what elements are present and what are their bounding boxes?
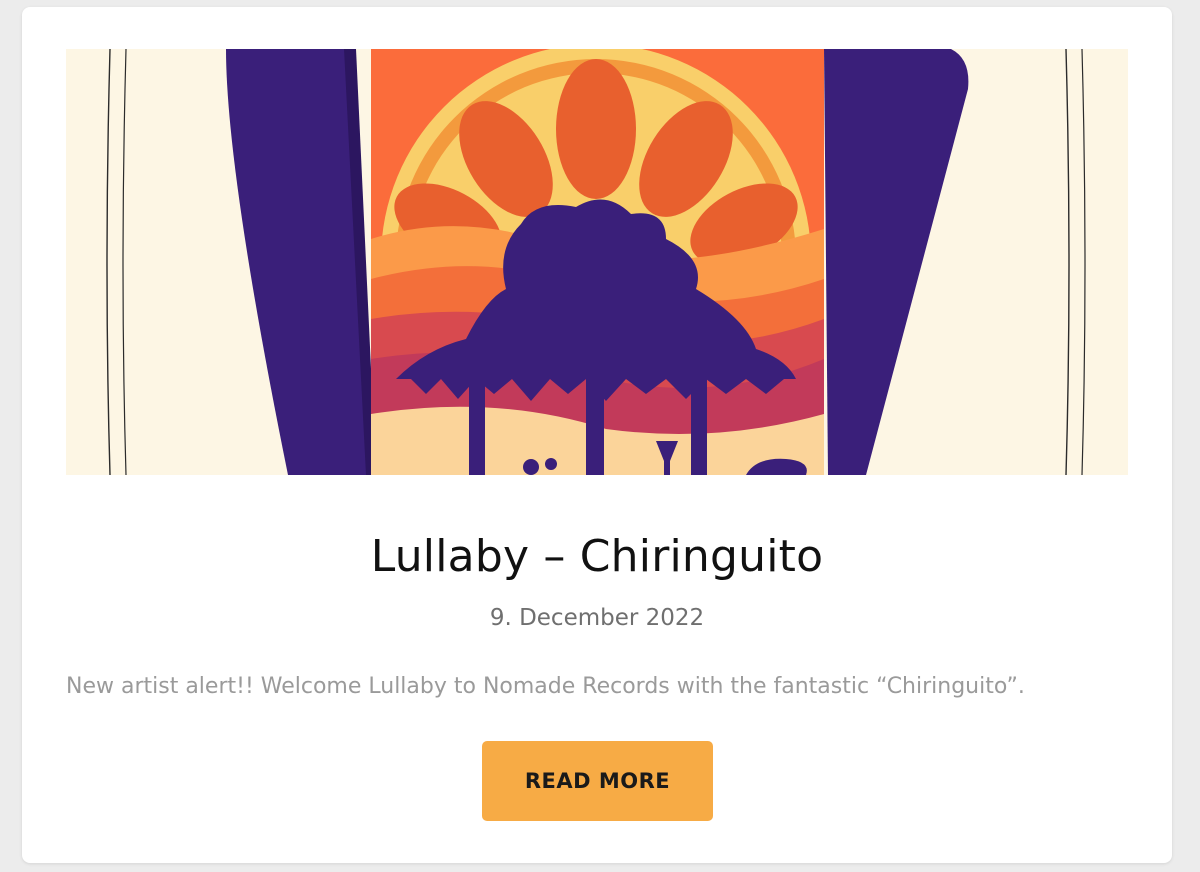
post-title[interactable]: Lullaby – Chiringuito — [22, 527, 1172, 587]
post-card: Lullaby – Chiringuito 9. December 2022 N… — [22, 7, 1172, 863]
post-date: 9. December 2022 — [489, 605, 705, 631]
read-more-button[interactable]: READ MORE — [482, 741, 713, 821]
post-excerpt: New artist alert!! Welcome Lullaby to No… — [66, 674, 1025, 699]
tropical-sunset-artwork — [66, 49, 1128, 475]
post-featured-image[interactable] — [66, 49, 1128, 475]
